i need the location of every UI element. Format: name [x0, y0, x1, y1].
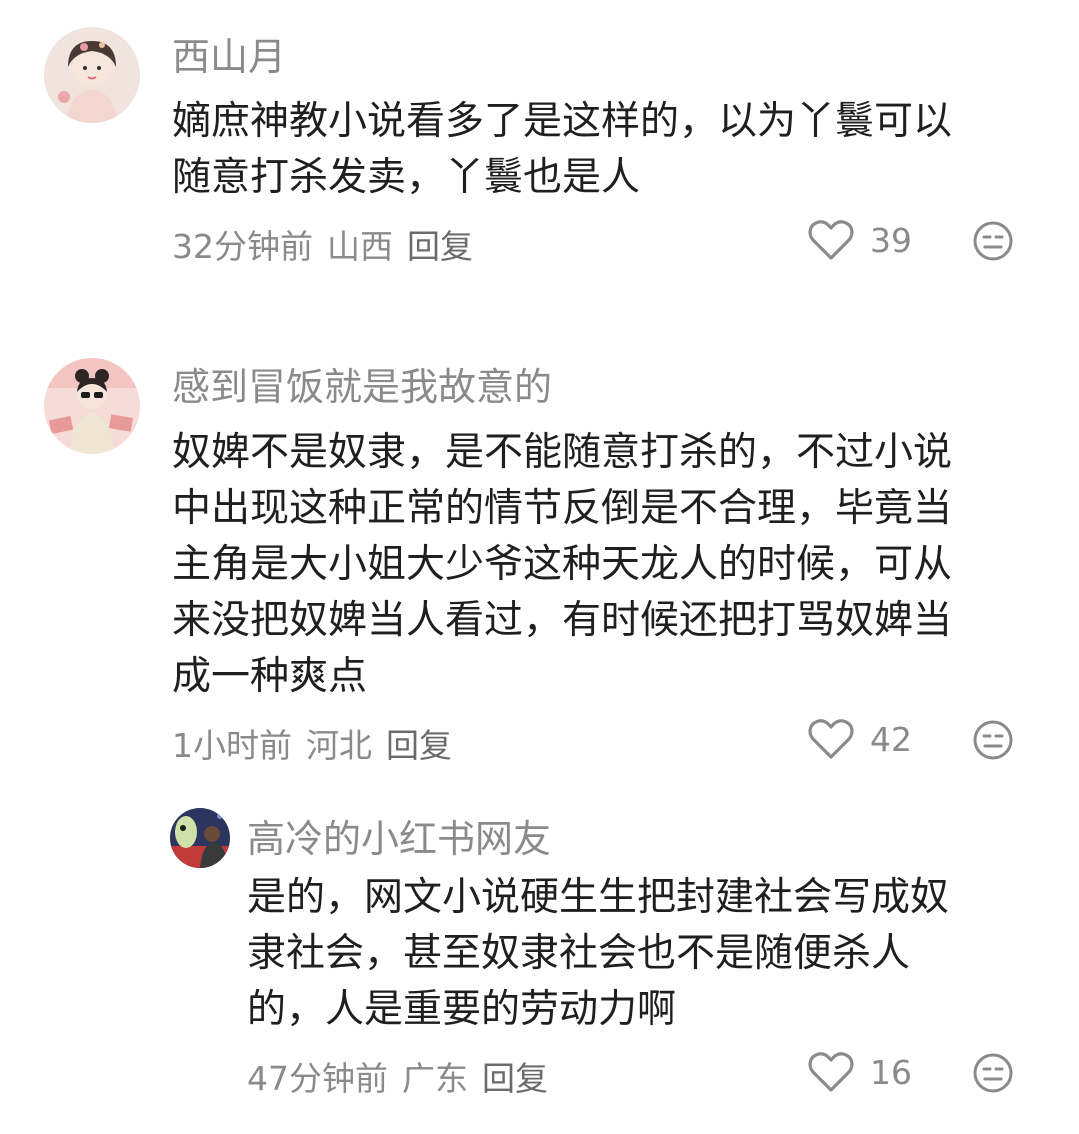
reply-button[interactable]: 回复 — [482, 1059, 548, 1098]
like-count: 16 — [870, 1052, 912, 1092]
dislike-button[interactable] — [972, 1052, 1014, 1094]
like-button[interactable]: 16 — [808, 1051, 912, 1093]
username[interactable]: 高冷的小红书网友 — [247, 808, 551, 863]
reply-item: 高冷的小红书网友 是的，网文小说硬生生把封建社会写成奴 隶社会，甚至奴隶社会也不… — [0, 0, 1079, 1134]
comment-text-line: 的，人是重要的劳动力啊 — [247, 987, 677, 1032]
comment-text: 是的，网文小说硬生生把封建社会写成奴 隶社会，甚至奴隶社会也不是随便杀人 的，人… — [247, 870, 949, 1038]
dislike-face-icon — [972, 1052, 1014, 1094]
avatar[interactable] — [170, 808, 230, 868]
comment-location: 广东 — [402, 1059, 468, 1098]
comment-text-line: 是的，网文小说硬生生把封建社会写成奴 — [247, 875, 950, 920]
comment-text-line: 隶社会，甚至奴隶社会也不是随便杀人 — [247, 931, 911, 976]
comment-time: 47分钟前 — [247, 1059, 388, 1098]
comment-meta: 47分钟前 广东 回复 — [247, 1052, 562, 1100]
heart-icon — [808, 1051, 854, 1093]
